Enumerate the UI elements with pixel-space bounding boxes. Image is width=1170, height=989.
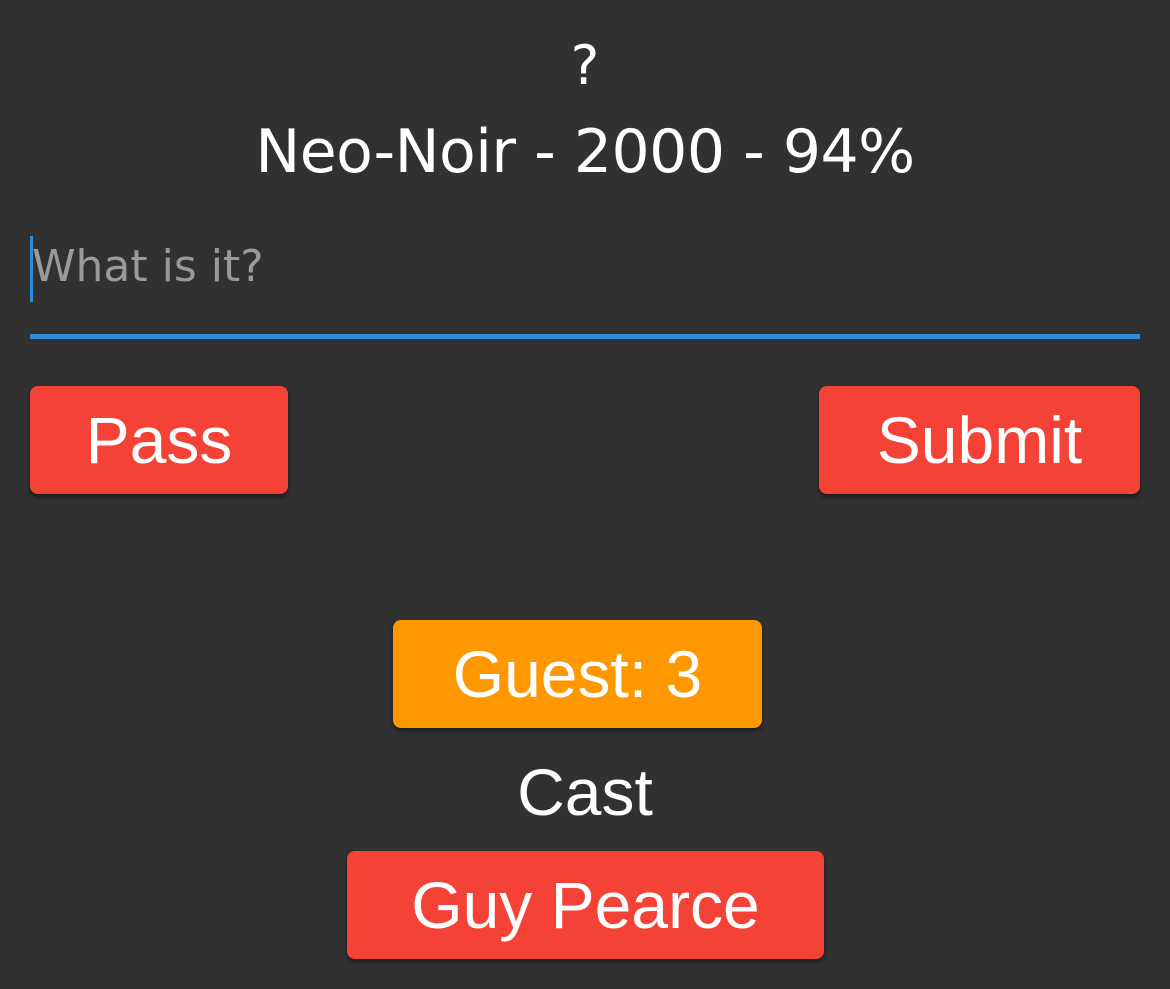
cast-member-button[interactable]: Guy Pearce	[347, 851, 824, 959]
input-underline	[30, 334, 1140, 339]
guess-field	[30, 232, 1140, 340]
guess-input[interactable]	[30, 232, 1140, 334]
submit-button[interactable]: Submit	[819, 386, 1140, 494]
pass-button[interactable]: Pass	[30, 386, 288, 494]
guest-score-button[interactable]: Guest: 3	[393, 620, 762, 728]
mystery-title: ?	[570, 34, 600, 97]
text-caret	[30, 236, 33, 302]
movie-hint-subtitle: Neo-Noir - 2000 - 94%	[255, 117, 915, 187]
cast-heading: Cast	[517, 755, 653, 829]
